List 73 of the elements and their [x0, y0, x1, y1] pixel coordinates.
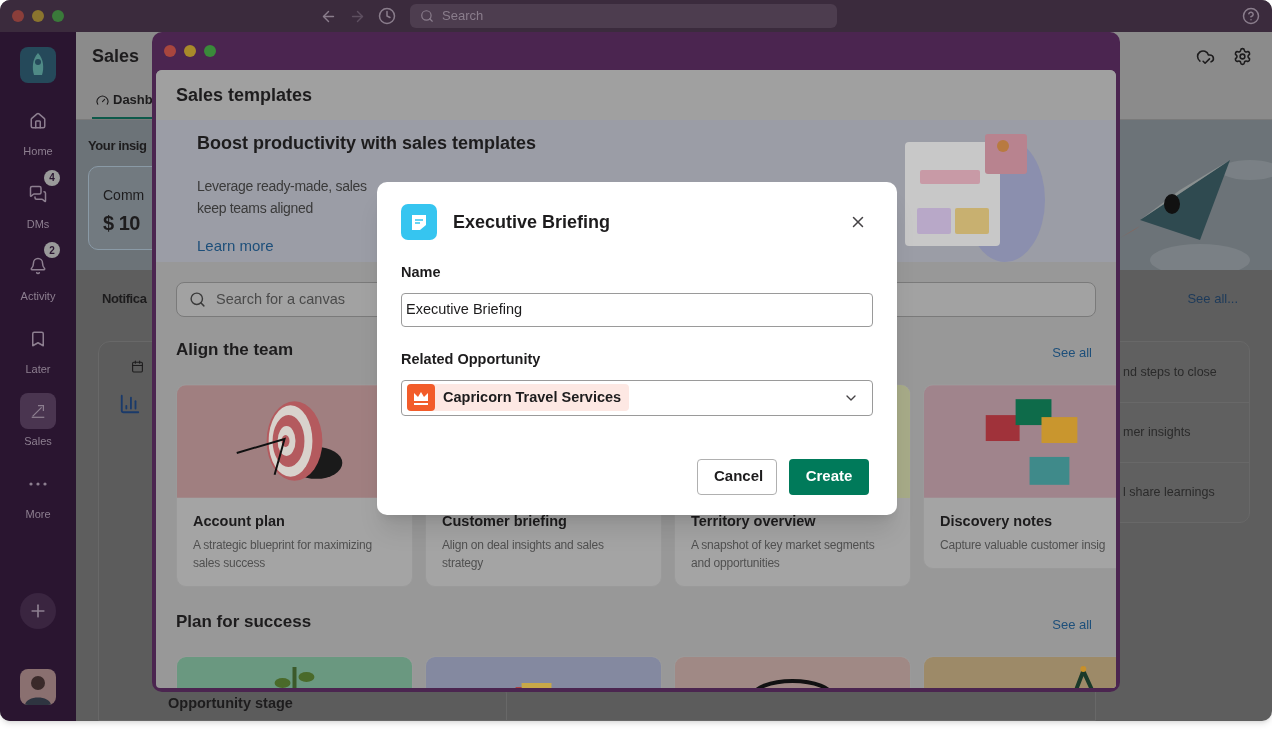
create-button[interactable]: Create — [789, 458, 869, 495]
card-title: Opportunity stage — [168, 695, 293, 711]
sidebar-item[interactable]: 2 Activity — [8, 242, 68, 305]
cloud-check-icon[interactable] — [1196, 47, 1215, 66]
card-description: A snapshot of key market segments and opportunities — [691, 536, 876, 572]
zoom-control[interactable] — [52, 10, 64, 22]
section-heading: Plan for success — [176, 610, 312, 633]
search-icon — [189, 291, 206, 308]
cancel-button[interactable]: Cancel — [697, 458, 777, 495]
card-title: Discovery notes — [940, 512, 1054, 531]
sidebar-item[interactable]: Later — [8, 314, 68, 377]
card-title: Account plan — [193, 512, 286, 531]
add-button[interactable] — [20, 593, 56, 629]
card-title: Territory overview — [691, 512, 817, 531]
search-icon — [420, 9, 434, 23]
count-badge: 2 — [44, 242, 60, 258]
opportunity-chip: Capricorn Travel Services — [407, 384, 630, 411]
settings-icon[interactable] — [1233, 47, 1252, 66]
activity-icon — [29, 257, 47, 275]
crown-icon — [407, 384, 435, 411]
rocket-logo-icon — [20, 47, 56, 83]
gauge-icon — [96, 93, 109, 107]
sidebar-item[interactable]: Home — [8, 97, 68, 160]
section-heading: Notifica — [101, 289, 147, 308]
sidebar-label: Later — [25, 361, 51, 377]
canvas-icon — [401, 204, 437, 240]
help-icon[interactable] — [1242, 7, 1260, 25]
page-title: Sales — [92, 45, 140, 68]
card-description: Capture valuable customer insig — [940, 536, 1107, 554]
hero-heading: Boost productivity with sales templates — [197, 132, 537, 155]
sidebar-label: Home — [23, 144, 53, 159]
dialog-title: Executive Briefing — [453, 210, 611, 234]
more-icon — [29, 481, 47, 486]
sidebar-item[interactable]: Sales — [8, 387, 68, 450]
bar-chart-icon — [119, 393, 141, 415]
sales-icon — [29, 402, 47, 420]
metric-value: $ 10 — [103, 210, 140, 236]
sidebar-label: Activity — [20, 289, 56, 304]
dms-icon — [29, 184, 47, 203]
home-icon — [29, 112, 47, 130]
name-input[interactable]: Executive Briefing — [401, 292, 873, 327]
hero-text: keep teams aligned — [197, 199, 313, 218]
close-control[interactable] — [12, 10, 24, 22]
later-icon — [29, 329, 47, 348]
card-description: Align on deal insights and sales strategy — [442, 536, 605, 572]
hero-text: Leverage ready-made, sales — [197, 177, 367, 196]
zoom-control[interactable] — [204, 45, 216, 57]
count-badge: 4 — [44, 169, 60, 186]
sidebar-label: DMs — [26, 216, 50, 232]
sidebar-label: More — [25, 506, 51, 522]
sidebar-label: Sales — [24, 434, 52, 449]
section-heading: Your insig — [88, 137, 147, 155]
calendar-icon — [131, 360, 144, 373]
field-label: Name — [401, 263, 442, 282]
sidebar-item[interactable]: 4 DMs — [8, 169, 68, 232]
close-control[interactable] — [164, 45, 176, 57]
card-title: Customer briefing — [442, 512, 568, 531]
minimize-control[interactable] — [184, 45, 196, 57]
window-title: Sales templates — [176, 83, 313, 107]
sidebar-item[interactable]: More — [8, 459, 68, 522]
user-avatar[interactable] — [20, 669, 56, 705]
metric-label: Comm — [103, 185, 145, 205]
template-card[interactable]: Discovery notes Capture valuable customer insig — [923, 384, 1116, 569]
field-label: Related Opportunity — [401, 349, 542, 369]
see-all-link[interactable]: See all — [1052, 342, 1096, 362]
card-description: A strategic blueprint for maximizing sales success — [193, 536, 373, 572]
search-field[interactable]: Search — [410, 4, 837, 28]
section-heading: Align the team — [176, 338, 294, 361]
minimize-control[interactable] — [32, 10, 44, 22]
history-icon[interactable] — [378, 7, 396, 25]
opportunity-select[interactable]: Capricorn Travel Services — [401, 379, 873, 416]
see-all-link[interactable]: See all — [1052, 614, 1096, 634]
template-card[interactable]: Account plan A strategic blueprint for maximizing sales success — [176, 384, 413, 587]
